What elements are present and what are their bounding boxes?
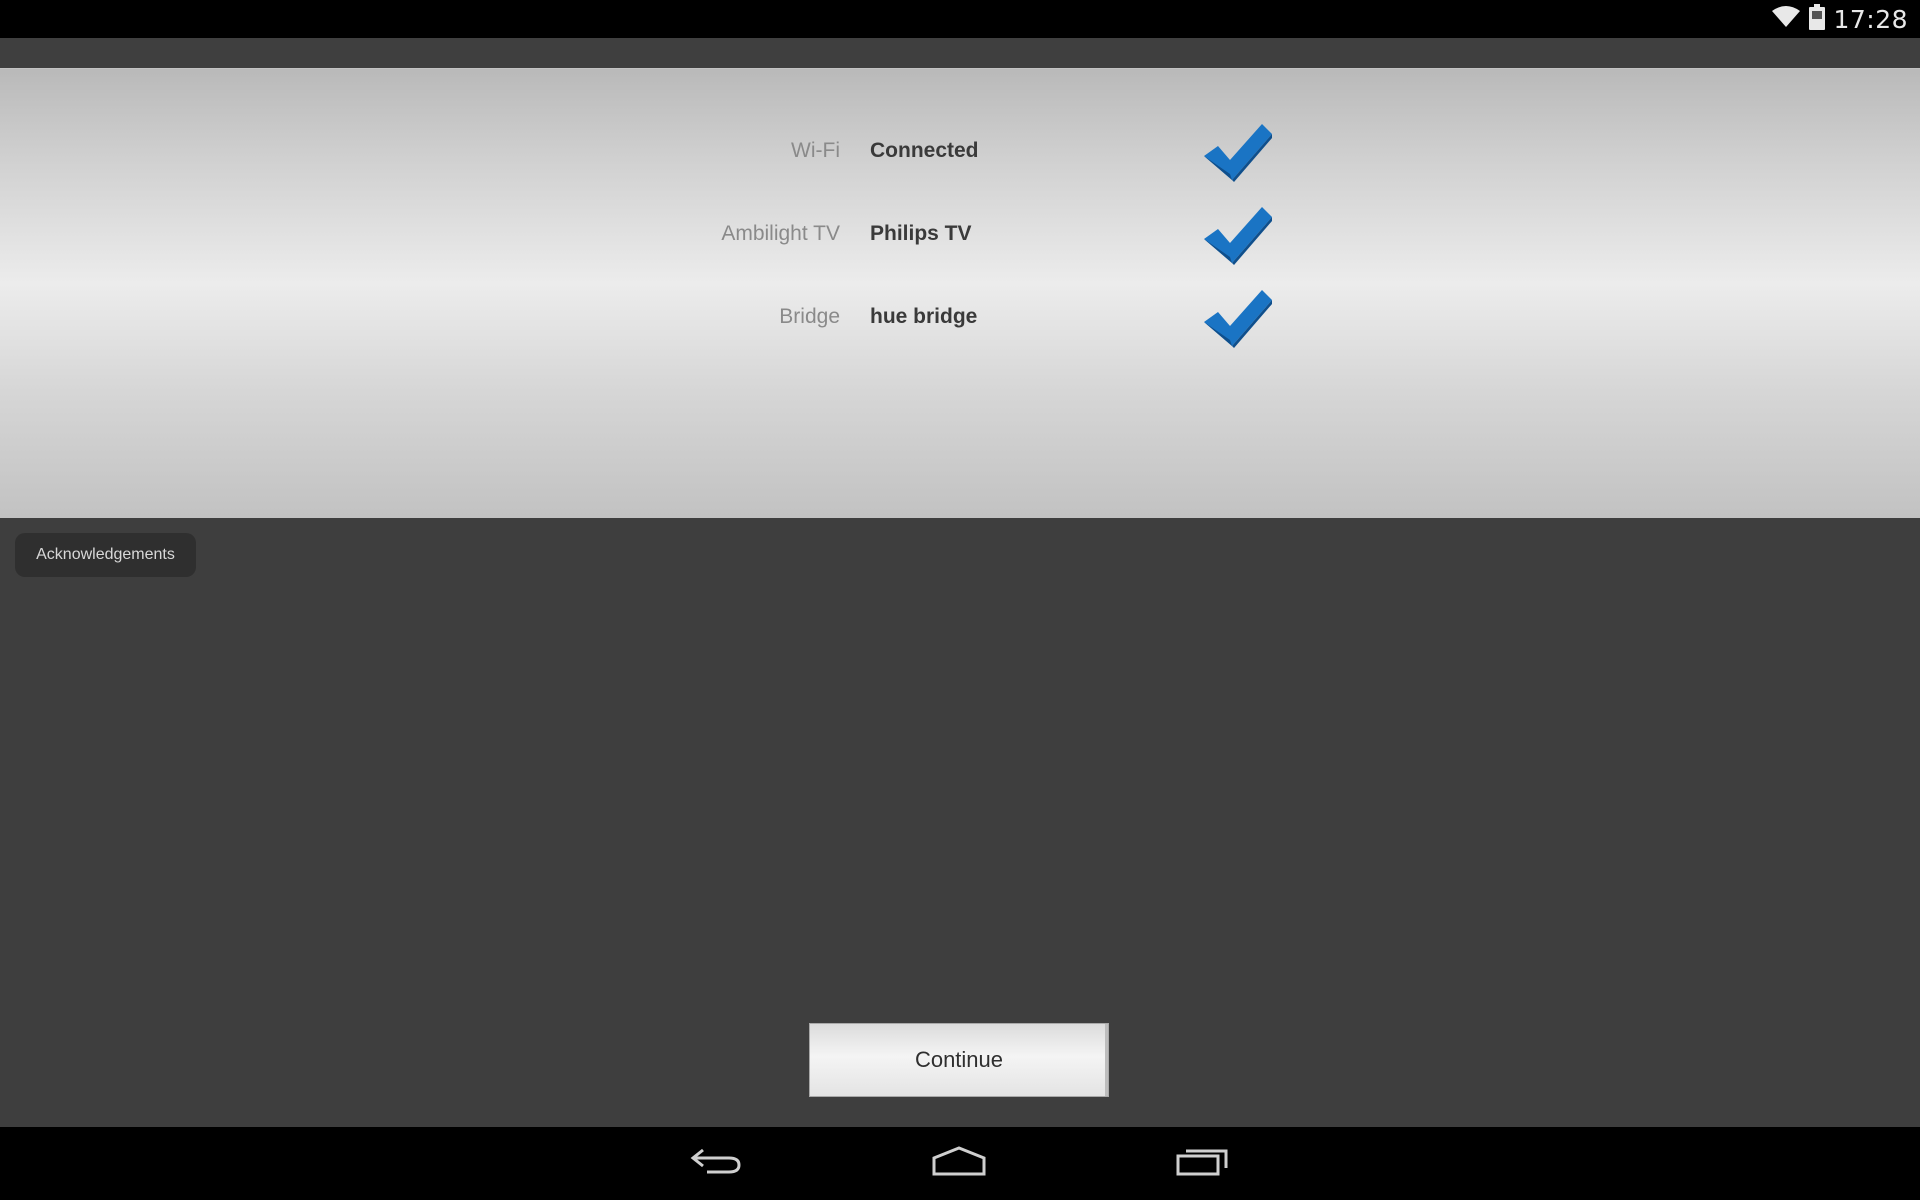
battery-icon (1809, 3, 1826, 35)
status-row-ambilight-tv: Ambilight TV Philips TV (0, 199, 1920, 269)
status-icons: 17:28 (1771, 0, 1908, 38)
status-label: Wi-Fi (791, 139, 840, 162)
action-bar-strip (0, 38, 1920, 69)
status-value: Philips TV (870, 222, 972, 245)
status-bar: 17:28 (0, 0, 1920, 38)
status-label: Bridge (779, 305, 840, 328)
recent-apps-icon (1176, 1146, 1230, 1181)
status-row-bridge: Bridge hue bridge (0, 282, 1920, 352)
back-button[interactable] (666, 1127, 766, 1200)
checkmark-icon (1202, 122, 1274, 184)
back-icon (689, 1146, 743, 1181)
status-value: Connected (870, 139, 979, 162)
navigation-bar (0, 1127, 1920, 1200)
screen: 17:28 Wi-Fi Connected Ambilight TV Phili… (0, 0, 1920, 1200)
recent-apps-button[interactable] (1153, 1127, 1253, 1200)
connection-status-panel: Wi-Fi Connected Ambilight TV Philips TV (0, 68, 1920, 518)
clock: 17:28 (1833, 4, 1908, 34)
checkmark-icon (1202, 205, 1274, 267)
home-icon (931, 1146, 987, 1181)
acknowledgements-button[interactable]: Acknowledgements (15, 533, 196, 577)
status-label: Ambilight TV (721, 222, 840, 245)
wifi-icon (1771, 5, 1801, 34)
home-button[interactable] (909, 1127, 1009, 1200)
status-row-wifi: Wi-Fi Connected (0, 116, 1920, 186)
checkmark-icon (1202, 288, 1274, 350)
continue-button[interactable]: Continue (809, 1023, 1109, 1097)
status-value: hue bridge (870, 305, 978, 328)
